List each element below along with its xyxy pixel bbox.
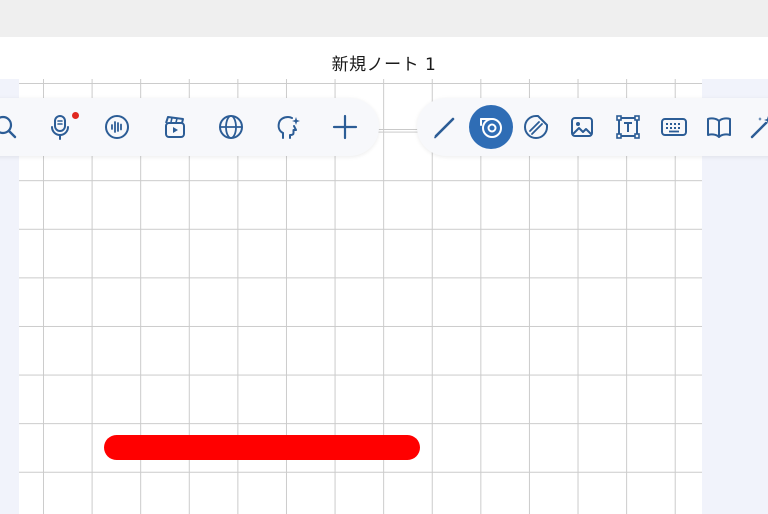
video-clip-icon [165, 116, 185, 138]
video-button[interactable] [154, 106, 196, 148]
image-icon [571, 117, 593, 137]
tape-icon [480, 118, 502, 138]
red-ink-stroke[interactable] [104, 435, 420, 460]
sticker-icon [524, 115, 548, 139]
ai-assistant-button[interactable] [267, 106, 309, 148]
magic-wand-icon [750, 116, 768, 139]
keyboard-icon [661, 118, 687, 136]
book-icon [707, 117, 731, 138]
text-box-icon [616, 115, 640, 139]
keyboard-tool-button[interactable] [653, 106, 695, 148]
globe-icon [219, 115, 243, 139]
recording-indicator [72, 112, 79, 119]
microphone-icon [51, 115, 69, 140]
audio-wave-icon [105, 115, 129, 139]
note-app: 新規ノート 1 [0, 0, 768, 514]
add-button[interactable] [324, 106, 366, 148]
ai-head-icon [277, 115, 300, 139]
search-icon [0, 115, 17, 139]
pen-icon [434, 117, 455, 139]
sticker-tool-button[interactable] [515, 106, 557, 148]
pen-tool-button[interactable] [424, 106, 466, 148]
note-title[interactable]: 新規ノート 1 [0, 50, 768, 75]
web-button[interactable] [210, 106, 252, 148]
toolbar-divider [378, 129, 418, 130]
tape-tool-button[interactable] [469, 105, 513, 149]
text-box-tool-button[interactable] [607, 106, 649, 148]
audio-button[interactable] [96, 106, 138, 148]
plus-icon [332, 114, 358, 140]
status-bar-area [0, 0, 768, 37]
image-tool-button[interactable] [561, 106, 603, 148]
book-tool-button[interactable] [698, 106, 740, 148]
